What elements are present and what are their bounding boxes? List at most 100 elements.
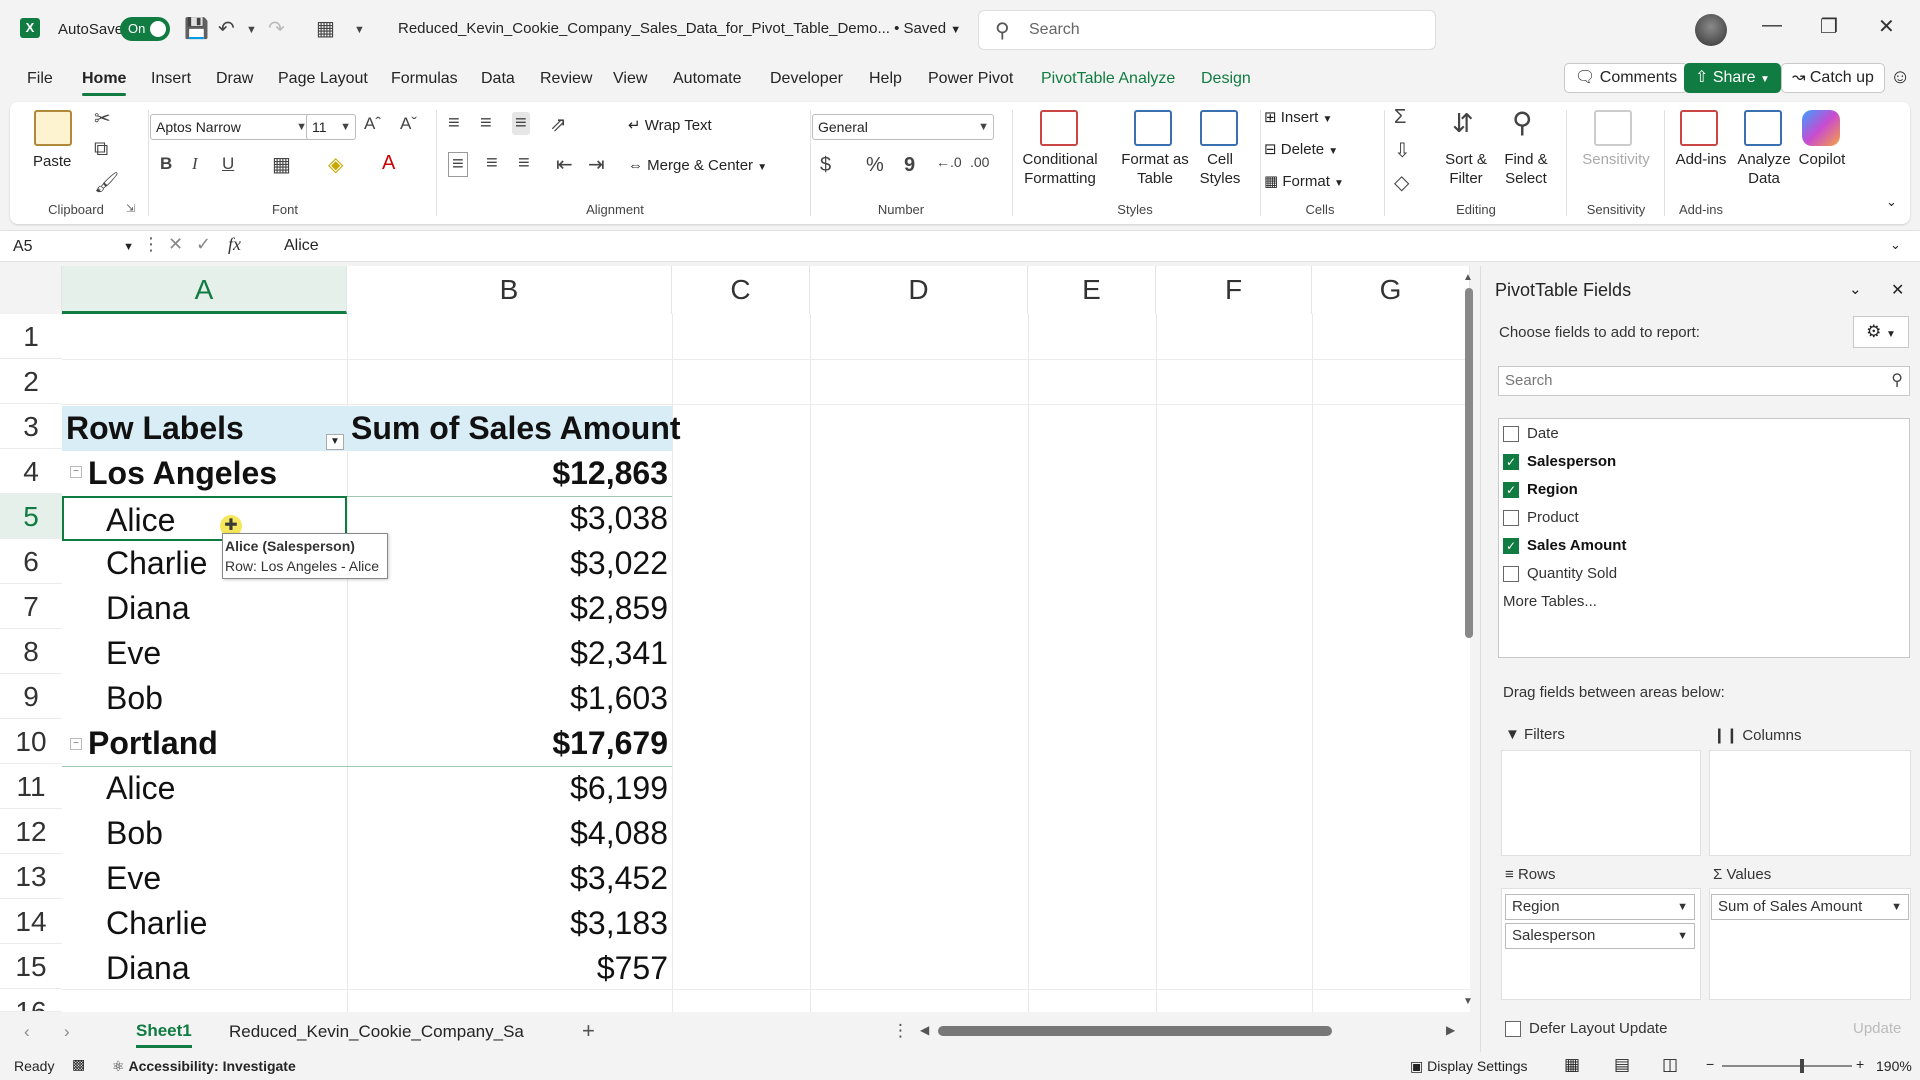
checkbox-checked[interactable]: ✓ xyxy=(1503,537,1519,554)
borders-icon[interactable]: ▦ xyxy=(272,152,291,177)
format-as-table-button[interactable]: Format as Table xyxy=(1110,150,1200,188)
conditional-formatting-button[interactable]: Conditional Formatting xyxy=(1020,150,1100,188)
cut-icon[interactable]: ✂ xyxy=(94,106,111,131)
tab-review[interactable]: Review xyxy=(540,70,592,88)
dialog-launcher-icon[interactable]: ⇲ xyxy=(126,202,135,215)
pivot-item-label[interactable]: Diana xyxy=(106,586,190,631)
column-header-e[interactable]: E xyxy=(1028,266,1156,314)
column-header-a[interactable]: A xyxy=(62,266,347,314)
tab-file[interactable]: File xyxy=(27,70,53,88)
name-box[interactable]: A5 ▼ xyxy=(10,234,136,260)
percent-button[interactable]: % xyxy=(866,154,884,177)
pivot-value[interactable]: $1,603 xyxy=(347,676,668,721)
row-header[interactable]: 9 xyxy=(0,674,62,719)
pivot-item-label[interactable]: Eve xyxy=(106,631,161,676)
collab-icon[interactable]: ☺ xyxy=(1890,66,1910,89)
pivot-group-value[interactable]: $17,679 xyxy=(347,721,668,766)
conditional-formatting-icon[interactable] xyxy=(1040,110,1078,146)
field-date[interactable]: Date xyxy=(1503,425,1559,442)
pivot-group-label[interactable]: Portland xyxy=(88,721,218,766)
sort-filter-button[interactable]: Sort & Filter xyxy=(1436,150,1496,188)
tab-insert[interactable]: Insert xyxy=(151,70,191,88)
row-header[interactable]: 1 xyxy=(0,314,62,359)
italic-button[interactable]: I xyxy=(192,154,198,174)
more-tables-link[interactable]: More Tables... xyxy=(1503,593,1597,610)
scroll-down-icon[interactable]: ▼ xyxy=(1463,996,1473,1007)
ribbon-collapse-icon[interactable]: ⌄ xyxy=(1886,194,1897,210)
horizontal-scrollbar[interactable] xyxy=(938,1026,1332,1036)
add-ins-button[interactable]: Add-ins xyxy=(1666,150,1736,169)
undo-dropdown-icon[interactable]: ▼ xyxy=(246,24,257,36)
font-name-combo[interactable]: Aptos Narrow ▼ xyxy=(150,114,312,140)
scroll-up-icon[interactable]: ▲ xyxy=(1463,272,1473,283)
row-header[interactable]: 3 xyxy=(0,404,62,449)
pivot-item-label[interactable]: Charlie xyxy=(106,901,207,946)
tab-data[interactable]: Data xyxy=(481,70,515,88)
bold-button[interactable]: B xyxy=(160,154,172,174)
fill-color-icon[interactable]: ◈ xyxy=(328,152,343,177)
filters-area[interactable] xyxy=(1501,750,1701,856)
find-select-button[interactable]: Find & Select xyxy=(1496,150,1556,188)
column-header-c[interactable]: C xyxy=(672,266,810,314)
scroll-right-icon[interactable]: ▶ xyxy=(1446,1023,1455,1037)
cell-styles-icon[interactable] xyxy=(1200,110,1238,146)
pivot-item-label[interactable]: Bob xyxy=(106,676,163,721)
decrease-decimal-icon[interactable]: .00 xyxy=(970,154,989,170)
copy-icon[interactable]: ⧉ xyxy=(94,138,108,161)
tab-developer[interactable]: Developer xyxy=(770,70,843,88)
row-header[interactable]: 10 xyxy=(0,719,62,764)
paste-icon[interactable] xyxy=(34,110,72,146)
row-header[interactable]: 2 xyxy=(0,359,62,404)
cell-styles-button[interactable]: Cell Styles xyxy=(1190,150,1250,188)
currency-button[interactable]: $ xyxy=(820,154,831,177)
copilot-icon[interactable] xyxy=(1802,110,1840,146)
format-as-table-icon[interactable] xyxy=(1134,110,1172,146)
pane-options-icon[interactable]: ⌄ xyxy=(1849,280,1862,298)
tab-help[interactable]: Help xyxy=(869,70,902,88)
checkbox[interactable] xyxy=(1503,425,1519,442)
pivot-item-label[interactable]: Eve xyxy=(106,856,161,901)
tab-draw[interactable]: Draw xyxy=(216,70,253,88)
field-salesperson[interactable]: ✓ Salesperson xyxy=(1503,453,1616,470)
format-painter-icon[interactable]: 🖌 xyxy=(94,170,119,195)
insert-cells-button[interactable]: ⊞ Insert ▼ xyxy=(1264,108,1332,129)
row-header[interactable]: 15 xyxy=(0,944,62,989)
enter-icon[interactable]: ✓ xyxy=(196,234,211,255)
clear-icon[interactable]: ◇ xyxy=(1394,170,1409,195)
next-sheet-icon[interactable]: › xyxy=(64,1022,70,1042)
macro-record-icon[interactable]: ▩ xyxy=(72,1056,85,1073)
update-button[interactable]: Update xyxy=(1853,1020,1901,1037)
autosave-toggle[interactable]: On xyxy=(120,17,170,41)
row-header[interactable]: 12 xyxy=(0,809,62,854)
pivot-group-label[interactable]: Los Angeles xyxy=(88,451,277,496)
tab-page-layout[interactable]: Page Layout xyxy=(278,70,368,88)
filter-dropdown-icon[interactable]: ▼ xyxy=(326,434,344,450)
tab-pivottable-analyze[interactable]: PivotTable Analyze xyxy=(1041,70,1175,88)
gear-icon[interactable]: ⚙ ▼ xyxy=(1853,316,1909,348)
align-center-icon[interactable]: ≡ xyxy=(486,152,498,175)
increase-decimal-icon[interactable]: ←.0 xyxy=(936,154,962,170)
align-top-icon[interactable]: ≡ xyxy=(448,112,460,135)
minimize-icon[interactable]: — xyxy=(1762,14,1782,37)
align-bottom-icon[interactable]: ≡ xyxy=(512,112,530,135)
row-header[interactable]: 7 xyxy=(0,584,62,629)
fill-icon[interactable]: ⇩ xyxy=(1394,138,1411,163)
align-middle-icon[interactable]: ≡ xyxy=(480,112,492,135)
insert-function-icon[interactable]: fx xyxy=(228,234,241,255)
row-header[interactable]: 14 xyxy=(0,899,62,944)
sort-filter-icon[interactable]: ⇵ xyxy=(1452,108,1474,139)
page-layout-view-icon[interactable]: ▤ xyxy=(1614,1055,1630,1075)
increase-indent-icon[interactable]: ⇥ xyxy=(588,152,605,177)
number-format-combo[interactable]: General ▼ xyxy=(812,114,994,140)
accessibility-status[interactable]: ⚛ Accessibility: Investigate xyxy=(112,1058,296,1075)
pivot-value[interactable]: $2,341 xyxy=(347,631,668,676)
more-icon[interactable]: ⋮ xyxy=(142,234,160,255)
column-header-d[interactable]: D xyxy=(810,266,1028,314)
values-item-sum-sales[interactable]: Sum of Sales Amount ▼ xyxy=(1711,894,1909,920)
decrease-font-icon[interactable]: Aˇ xyxy=(400,114,417,134)
column-header-g[interactable]: G xyxy=(1312,266,1470,314)
save-icon[interactable]: 💾 xyxy=(184,16,209,41)
comma-style-button[interactable]: 9 xyxy=(904,154,915,177)
columns-area[interactable] xyxy=(1709,750,1911,856)
tab-design[interactable]: Design xyxy=(1201,70,1251,88)
